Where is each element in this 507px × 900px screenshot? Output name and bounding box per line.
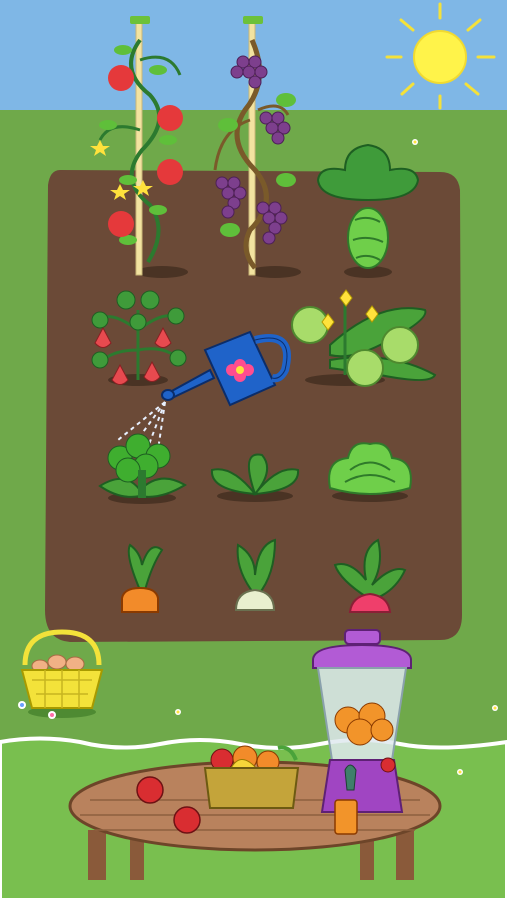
cabbage-icon: [347, 207, 389, 269]
blender-icon: [312, 629, 412, 835]
basket-icon: [20, 669, 104, 709]
blender[interactable]: [312, 629, 412, 835]
basket-icon: [203, 767, 300, 809]
garden-scene: [0, 0, 507, 900]
